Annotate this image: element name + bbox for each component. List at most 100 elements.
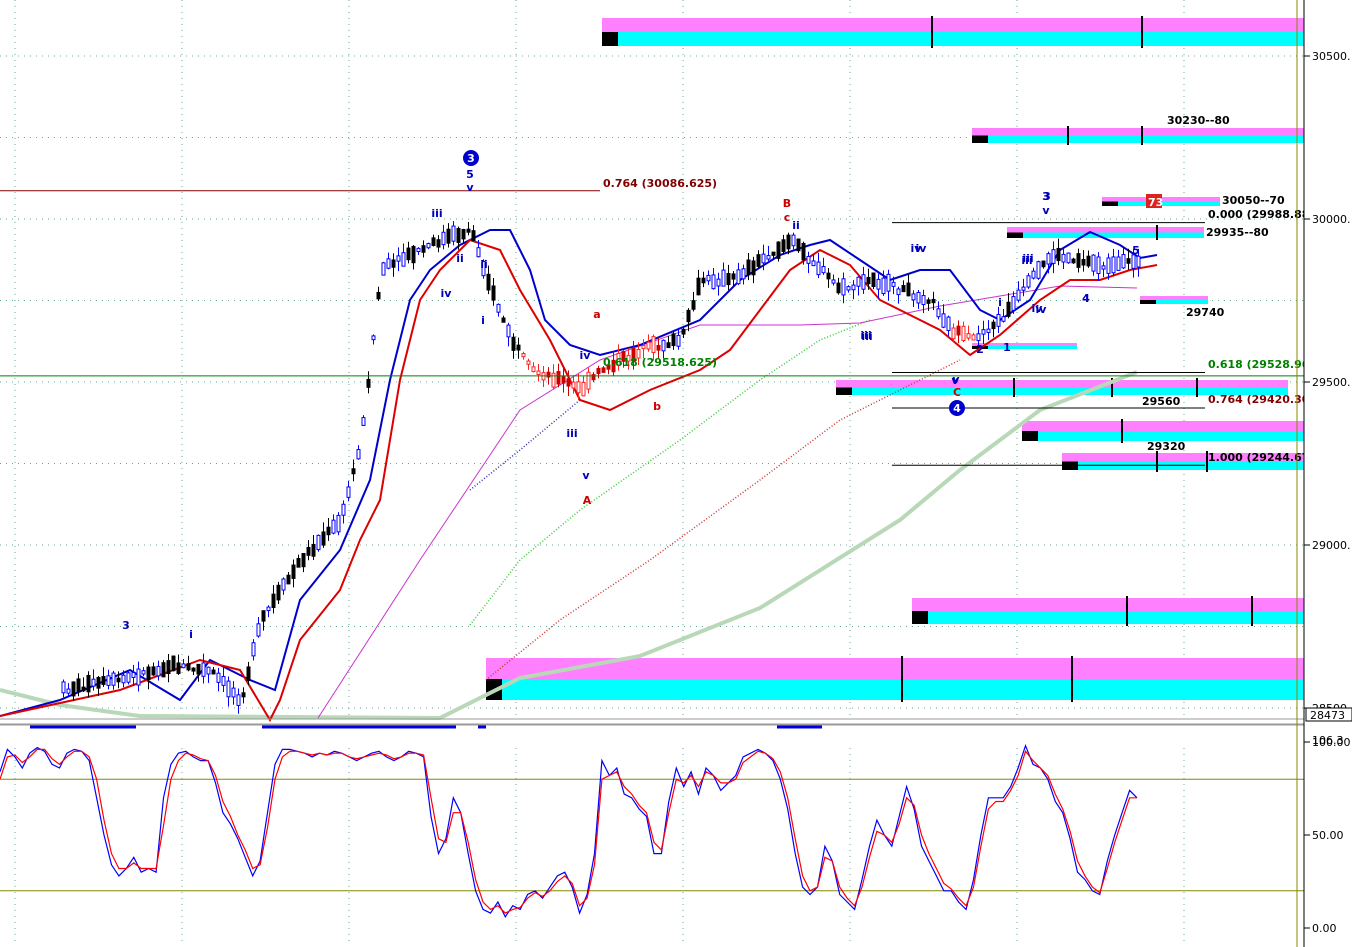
level-band-marker — [1007, 232, 1023, 238]
candle-body — [881, 277, 886, 295]
candle-body — [646, 341, 651, 350]
price-axis: 30500.30000.29500.29000.2850028473106.31… — [1296, 0, 1352, 947]
candle-body — [796, 238, 801, 252]
candle-body — [771, 251, 776, 256]
level-label: 29740 — [1186, 306, 1225, 319]
candle-body — [396, 255, 401, 262]
candle-body — [1021, 286, 1026, 291]
candle-body — [1036, 261, 1041, 279]
candle-body — [776, 241, 781, 259]
candle-body — [1091, 254, 1096, 272]
candle-body — [286, 574, 291, 585]
candle-body — [576, 381, 581, 394]
level-label: 29560 — [1142, 395, 1181, 408]
candle-body — [531, 366, 536, 373]
price-tick-label: 29500. — [1312, 376, 1351, 389]
candle-body — [376, 291, 381, 300]
level-label: 29935--80 — [1206, 226, 1269, 239]
candle-body — [581, 381, 586, 397]
last-price-label: 28473 — [1310, 709, 1345, 722]
candle-body — [661, 339, 666, 352]
candle-body — [1041, 260, 1046, 268]
candle-body — [466, 228, 471, 233]
candle-body — [341, 503, 346, 516]
candle-body — [516, 344, 521, 351]
candle-body — [926, 299, 931, 304]
candle-body — [101, 676, 106, 685]
stoch-tick-label: 0.00 — [1312, 922, 1337, 935]
candle-body — [741, 268, 746, 280]
candle-body — [461, 229, 466, 240]
stoch-tick-label: 50.00 — [1312, 829, 1344, 842]
candle-body — [561, 376, 566, 384]
candle-body — [291, 564, 296, 579]
candle-body — [966, 333, 971, 339]
price-chart: 0.764 (30086.625) 0.000 (29988.886 0.618 (… — [0, 0, 1352, 947]
wave-label-blue: i — [998, 296, 1002, 309]
candle-body — [296, 558, 301, 568]
candle-body — [846, 286, 851, 291]
wave-label-red: c — [784, 211, 791, 224]
candle-body — [831, 279, 836, 284]
candle-body — [676, 334, 681, 347]
candle-body — [61, 681, 66, 694]
candle-body — [861, 274, 866, 290]
candle-body — [366, 378, 371, 388]
candle-body — [876, 278, 881, 290]
candle-body — [71, 681, 76, 697]
candle-body — [596, 367, 601, 375]
candle-body — [391, 259, 396, 268]
candle-body — [116, 677, 121, 683]
candle-body — [1051, 249, 1056, 264]
candle-body — [521, 353, 526, 358]
candle-body — [231, 687, 236, 698]
candle-body — [166, 660, 171, 675]
candle-body — [751, 260, 756, 276]
candle-body — [506, 324, 511, 338]
wave-label-blue: i — [189, 628, 193, 641]
candle-body — [426, 242, 431, 249]
candle-body — [961, 325, 966, 342]
level-band-marker — [1062, 461, 1078, 470]
candle-body — [436, 239, 441, 248]
candle-body — [451, 225, 456, 242]
wave-label-red: C — [953, 386, 961, 399]
candle-body — [336, 514, 341, 533]
level-band-cyan — [972, 135, 1304, 143]
level-band-magenta — [972, 128, 1304, 136]
candle-body — [81, 686, 86, 692]
candle-body — [416, 247, 421, 253]
candle-body — [361, 417, 366, 426]
candle-body — [791, 234, 796, 247]
candle-body — [211, 669, 216, 675]
candle-body — [951, 327, 956, 340]
candle-body — [146, 666, 151, 681]
candle-body — [981, 329, 986, 335]
wave-label-blue: 5 — [1132, 244, 1140, 257]
candle-body — [221, 675, 226, 686]
candle-body — [151, 666, 156, 676]
wave-label-red: b — [653, 400, 661, 413]
candle-body — [456, 228, 461, 243]
candle-body — [1016, 289, 1021, 301]
wave-label-blue: v — [952, 373, 960, 386]
wave-label-red: A — [583, 494, 592, 507]
wave-label-blue: ii — [792, 219, 800, 232]
wave-label-blue: v — [466, 181, 474, 194]
candle-body — [276, 584, 281, 601]
candle-body — [511, 336, 516, 351]
candle-body — [716, 278, 721, 287]
candle-body — [106, 675, 111, 686]
candle-body — [226, 680, 231, 698]
candle-body — [811, 260, 816, 267]
level-band-cyan — [1007, 232, 1204, 238]
wave-label-blue: 1 — [1003, 341, 1011, 354]
candle-body — [666, 342, 671, 349]
candle-body — [821, 266, 826, 274]
candle-body — [726, 272, 731, 286]
wave-label-blue: 5 — [466, 168, 474, 181]
wave-label-blue: v — [582, 469, 590, 482]
wave-label-blue: 3 — [1042, 190, 1050, 203]
wave-label-blue: ii — [456, 252, 464, 265]
candle-body — [991, 321, 996, 330]
